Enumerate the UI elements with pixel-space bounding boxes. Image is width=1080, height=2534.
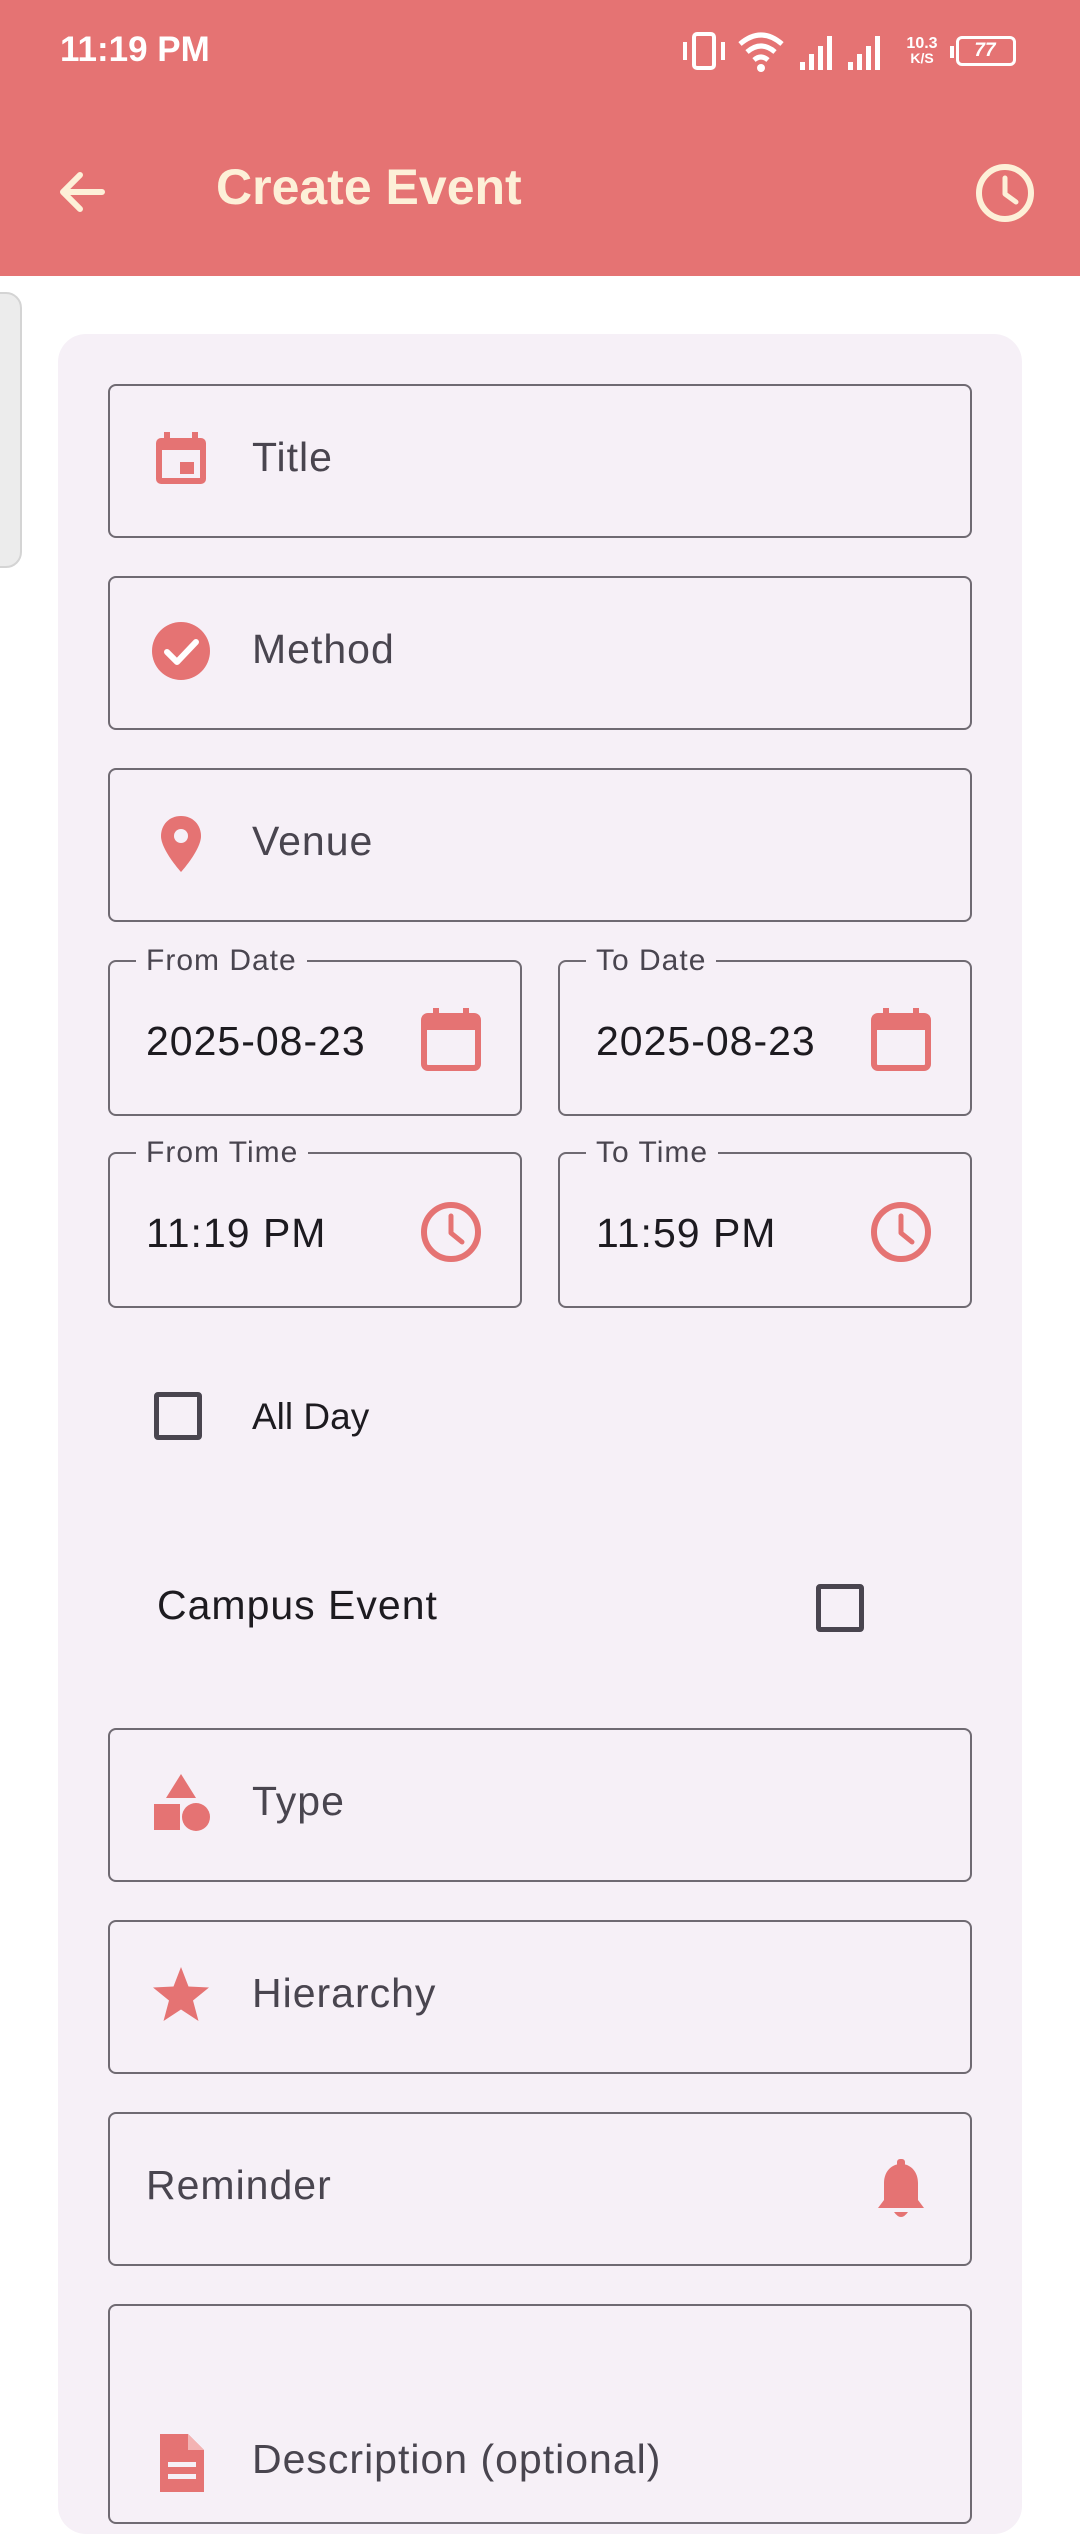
venue-label: Venue <box>252 818 374 864</box>
to-time-value: 11:59 PM <box>596 1210 777 1256</box>
signal-icon <box>800 36 832 70</box>
calendar-event-icon <box>156 432 206 484</box>
to-time-legend: To Time <box>586 1136 719 1170</box>
title-field[interactable]: Title <box>108 384 972 538</box>
reminder-field[interactable]: Reminder <box>108 2112 972 2266</box>
description-label: Description (optional) <box>252 2436 662 2482</box>
method-field[interactable]: Method <box>108 576 972 730</box>
description-field[interactable]: Description (optional) <box>108 2304 972 2524</box>
hierarchy-label: Hierarchy <box>252 1970 437 2016</box>
to-date-value: 2025-08-23 <box>596 1018 816 1064</box>
from-date-value: 2025-08-23 <box>146 1018 366 1064</box>
signal-icon <box>848 36 880 70</box>
page-title: Create Event <box>216 159 522 215</box>
battery-icon: 77 <box>950 36 1016 66</box>
document-icon <box>160 2434 204 2492</box>
from-date-legend: From Date <box>136 944 307 978</box>
type-field[interactable]: Type <box>108 1728 972 1882</box>
from-time-value: 11:19 PM <box>146 1210 327 1256</box>
calendar-icon[interactable] <box>418 1006 484 1074</box>
wifi-icon <box>738 32 784 72</box>
campus-event-label: Campus Event <box>157 1582 438 1628</box>
to-date-legend: To Date <box>586 944 717 978</box>
method-label: Method <box>252 626 395 672</box>
from-time-field[interactable]: From Time 11:19 PM <box>108 1136 522 1308</box>
from-date-field[interactable]: From Date 2025-08-23 <box>108 944 522 1116</box>
to-date-field[interactable]: To Date 2025-08-23 <box>558 944 972 1116</box>
app-bar: 11:19 PM 10.3 K/S 77 Create Event <box>0 0 1080 276</box>
title-label: Title <box>252 434 333 480</box>
all-day-label: All Day <box>252 1396 370 1437</box>
venue-field[interactable]: Venue <box>108 768 972 922</box>
bell-icon[interactable] <box>868 2158 934 2226</box>
location-pin-icon <box>161 816 201 872</box>
to-time-field[interactable]: To Time 11:59 PM <box>558 1136 972 1308</box>
status-time: 11:19 PM <box>60 30 210 69</box>
star-icon <box>153 1967 209 2021</box>
vibrate-icon <box>683 32 725 70</box>
check-circle-icon <box>152 622 210 680</box>
clock-icon[interactable] <box>868 1198 934 1266</box>
shapes-icon <box>154 1774 210 1831</box>
campus-event-checkbox[interactable] <box>816 1584 864 1632</box>
all-day-checkbox[interactable] <box>154 1392 202 1440</box>
reminder-label: Reminder <box>146 2162 332 2208</box>
arrow-left-icon[interactable] <box>52 162 112 222</box>
clock-icon[interactable] <box>418 1198 484 1266</box>
drawer-handle[interactable] <box>0 292 22 568</box>
hierarchy-field[interactable]: Hierarchy <box>108 1920 972 2074</box>
calendar-icon[interactable] <box>868 1006 934 1074</box>
type-label: Type <box>252 1778 345 1824</box>
network-speed: 10.3 K/S <box>906 35 938 66</box>
from-time-legend: From Time <box>136 1136 309 1170</box>
clock-icon[interactable] <box>972 160 1038 226</box>
